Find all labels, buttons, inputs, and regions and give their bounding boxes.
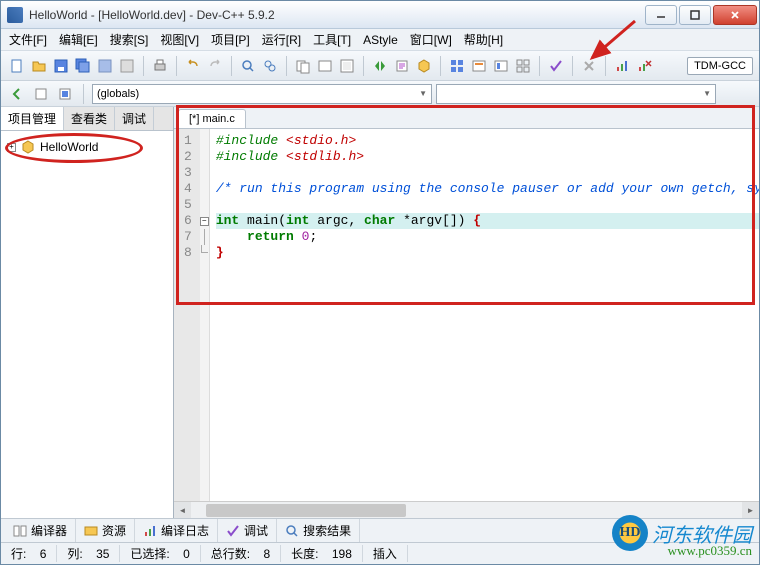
goto-icon[interactable] bbox=[469, 56, 489, 76]
menu-window[interactable]: 窗口[W] bbox=[406, 29, 456, 50]
new-window-icon[interactable] bbox=[447, 56, 467, 76]
separator bbox=[176, 56, 177, 76]
undo-icon[interactable] bbox=[183, 56, 203, 76]
resources-icon bbox=[84, 524, 98, 538]
close-file-icon[interactable] bbox=[117, 56, 137, 76]
redo-icon[interactable] bbox=[205, 56, 225, 76]
replace-icon[interactable] bbox=[260, 56, 280, 76]
chevron-down-icon: ▼ bbox=[703, 89, 711, 98]
bookmark-icon[interactable] bbox=[491, 56, 511, 76]
separator bbox=[363, 56, 364, 76]
menu-view[interactable]: 视图[V] bbox=[156, 29, 203, 50]
code-lines[interactable]: #include <stdio.h> #include <stdlib.h> /… bbox=[210, 129, 759, 501]
compiler-selector[interactable]: TDM-GCC bbox=[687, 57, 753, 75]
tab-debug[interactable]: 调试 bbox=[218, 519, 277, 542]
watermark-url: www.pc0359.cn bbox=[668, 543, 752, 559]
back-icon[interactable] bbox=[7, 84, 27, 104]
separator bbox=[286, 56, 287, 76]
separator bbox=[143, 56, 144, 76]
new-file-icon[interactable] bbox=[7, 56, 27, 76]
syntax-icon[interactable] bbox=[392, 56, 412, 76]
tab-find-results[interactable]: 搜索结果 bbox=[277, 519, 360, 542]
maximize-button[interactable] bbox=[679, 5, 711, 25]
expand-icon[interactable]: + bbox=[7, 143, 16, 152]
menu-help[interactable]: 帮助[H] bbox=[460, 29, 507, 50]
fold-gutter: − bbox=[200, 129, 210, 501]
profile-icon[interactable] bbox=[612, 56, 632, 76]
app-icon bbox=[7, 7, 23, 23]
secondary-toolbar: (globals) ▼ ▼ bbox=[1, 81, 759, 107]
run-icon[interactable] bbox=[315, 56, 335, 76]
main-toolbar: TDM-GCC bbox=[1, 51, 759, 81]
menu-project[interactable]: 项目[P] bbox=[207, 29, 254, 50]
tree-root-label: HelloWorld bbox=[40, 140, 98, 154]
compile-run-icon[interactable] bbox=[337, 56, 357, 76]
menu-tools[interactable]: 工具[T] bbox=[309, 29, 355, 50]
tab-compile-log[interactable]: 编译日志 bbox=[135, 519, 218, 542]
tab-classes[interactable]: 查看类 bbox=[64, 107, 115, 130]
debug-icon bbox=[226, 524, 240, 538]
find-icon[interactable] bbox=[238, 56, 258, 76]
project-tree: + HelloWorld bbox=[1, 131, 173, 518]
close-button[interactable] bbox=[713, 5, 757, 25]
tile-icon[interactable] bbox=[513, 56, 533, 76]
fold-minus-icon[interactable]: − bbox=[200, 217, 209, 226]
save-icon[interactable] bbox=[51, 56, 71, 76]
separator bbox=[231, 56, 232, 76]
menu-search[interactable]: 搜索[S] bbox=[106, 29, 153, 50]
print-icon[interactable] bbox=[150, 56, 170, 76]
tab-debug[interactable]: 调试 bbox=[115, 107, 154, 130]
menu-run[interactable]: 运行[R] bbox=[258, 29, 305, 50]
toggle-icon[interactable] bbox=[55, 84, 75, 104]
menu-file[interactable]: 文件[F] bbox=[5, 29, 51, 50]
left-tabstrip: 项目管理 查看类 调试 bbox=[1, 107, 173, 131]
stop-icon[interactable] bbox=[579, 56, 599, 76]
rebuild-icon[interactable] bbox=[370, 56, 390, 76]
scope-value: (globals) bbox=[97, 88, 139, 100]
tab-project-manager[interactable]: 项目管理 bbox=[1, 107, 64, 130]
menu-astyle[interactable]: AStyle bbox=[359, 31, 402, 49]
editor-tab[interactable]: [*] main.c bbox=[178, 109, 246, 128]
separator bbox=[605, 56, 606, 76]
separator bbox=[440, 56, 441, 76]
watermark: HD 河东软件园 www.pc0359.cn bbox=[612, 515, 752, 551]
scroll-left-icon[interactable]: ◄ bbox=[174, 502, 191, 518]
open-icon[interactable] bbox=[29, 56, 49, 76]
line-gutter: 12 34 56 78 bbox=[174, 129, 200, 501]
member-combo[interactable]: ▼ bbox=[436, 84, 716, 104]
minimize-button[interactable] bbox=[645, 5, 677, 25]
titlebar: HelloWorld - [HelloWorld.dev] - Dev-C++ … bbox=[1, 1, 759, 29]
scroll-thumb[interactable] bbox=[206, 504, 406, 517]
debug-check-icon[interactable] bbox=[546, 56, 566, 76]
tab-resources[interactable]: 资源 bbox=[76, 519, 135, 542]
separator bbox=[83, 84, 84, 104]
code-editor[interactable]: 12 34 56 78 − #include <stdio.h> #includ… bbox=[174, 129, 759, 501]
insert-icon[interactable] bbox=[31, 84, 51, 104]
scope-combo[interactable]: (globals) ▼ bbox=[92, 84, 432, 104]
compiler-icon bbox=[13, 524, 27, 538]
watermark-logo-icon: HD bbox=[612, 515, 648, 551]
search-icon bbox=[285, 524, 299, 538]
menubar: 文件[F] 编辑[E] 搜索[S] 视图[V] 项目[P] 运行[R] 工具[T… bbox=[1, 29, 759, 51]
delete-profile-icon[interactable] bbox=[634, 56, 654, 76]
project-icon bbox=[20, 139, 36, 155]
editor-tabstrip: [*] main.c bbox=[174, 107, 759, 129]
menu-edit[interactable]: 编辑[E] bbox=[55, 29, 102, 50]
tab-compiler[interactable]: 编译器 bbox=[5, 519, 76, 542]
separator bbox=[539, 56, 540, 76]
window-title: HelloWorld - [HelloWorld.dev] - Dev-C++ … bbox=[29, 8, 643, 22]
save-as-icon[interactable] bbox=[95, 56, 115, 76]
tree-root[interactable]: + HelloWorld bbox=[5, 137, 169, 157]
save-all-icon[interactable] bbox=[73, 56, 93, 76]
compile-icon[interactable] bbox=[293, 56, 313, 76]
params-icon[interactable] bbox=[414, 56, 434, 76]
log-icon bbox=[143, 524, 157, 538]
chevron-down-icon: ▼ bbox=[419, 89, 427, 98]
separator bbox=[572, 56, 573, 76]
